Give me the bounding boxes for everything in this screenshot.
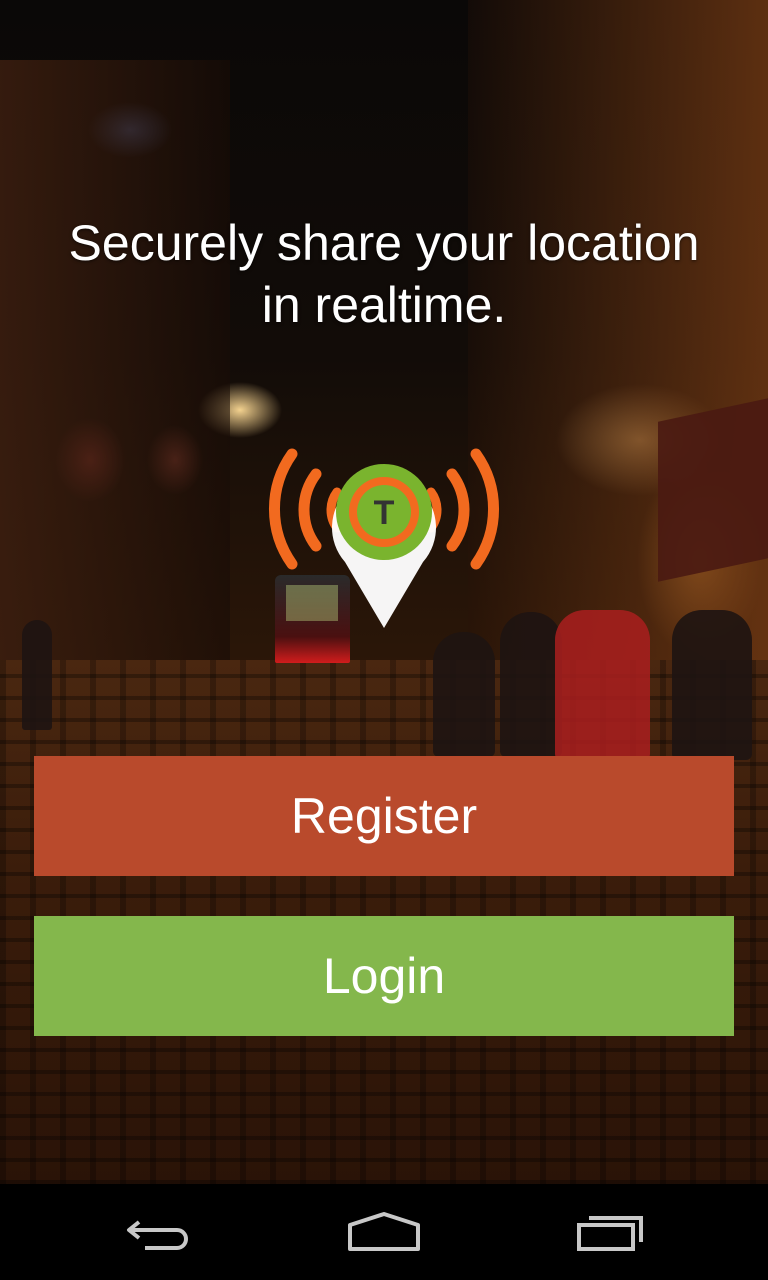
background-person [555,610,650,760]
signal-wave-right-inner [446,468,470,552]
system-navigation-bar [0,1184,768,1280]
login-button[interactable]: Login [34,916,734,1036]
background-person [672,610,752,760]
signal-wave-left-inner [298,468,322,552]
back-button[interactable] [80,1184,240,1280]
background-awning [658,398,768,582]
signal-wave-left-outer [269,448,298,570]
tagline-line-2: in realtime. [261,277,507,333]
tagline: Securely share your location in realtime… [0,212,768,336]
recent-apps-button[interactable] [530,1184,690,1280]
background-person [500,612,562,757]
back-icon [127,1220,188,1250]
recent-apps-icon [577,1216,643,1251]
home-button[interactable] [304,1184,464,1280]
background-person [433,632,495,757]
welcome-screen: Securely share your location in realtime… [0,0,768,1280]
logo-letter: T [374,494,395,532]
tagline-line-1: Securely share your location [68,215,700,271]
app-logo: T [259,442,509,632]
signal-wave-right-outer [470,448,499,570]
background-person [22,620,52,730]
register-button[interactable]: Register [34,756,734,876]
location-pin-broadcast-icon: T [269,448,499,628]
home-icon [348,1212,420,1251]
